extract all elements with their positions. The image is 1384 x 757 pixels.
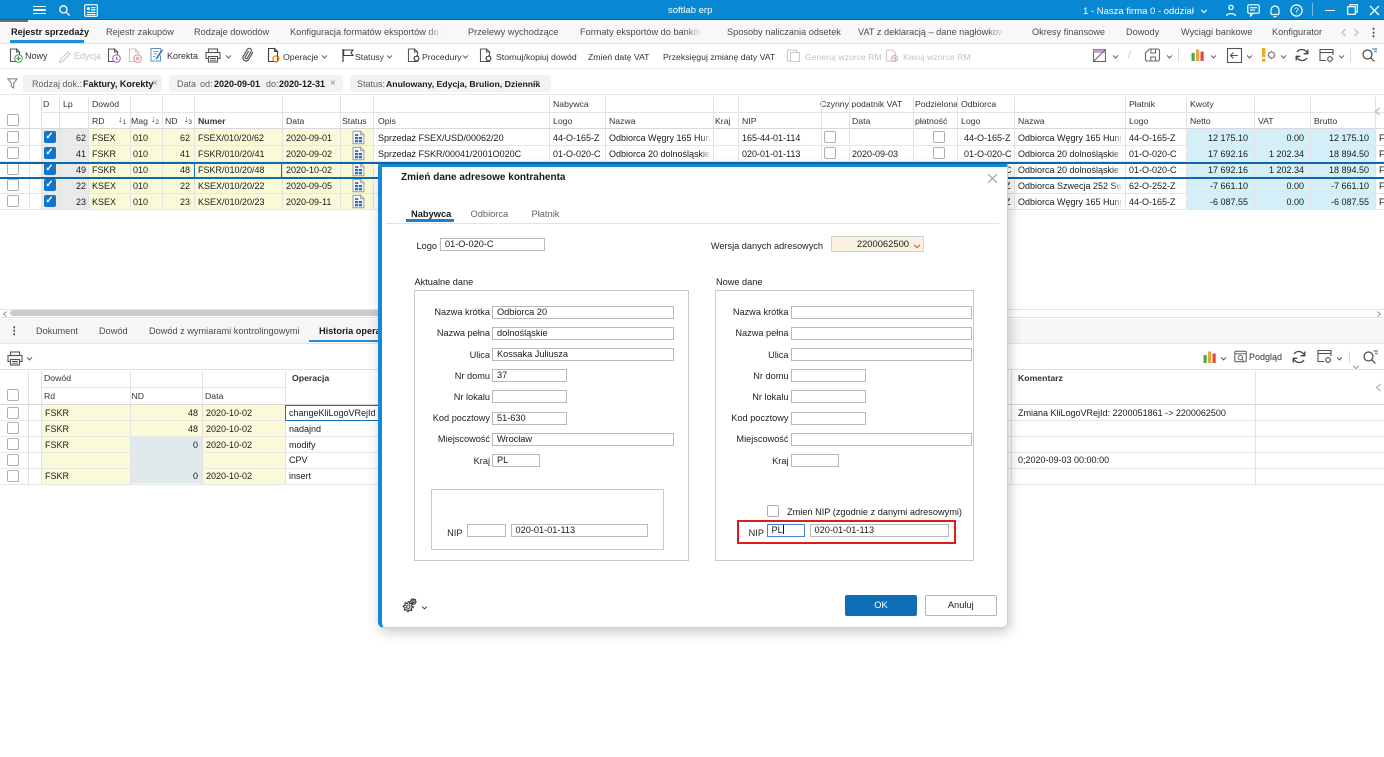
svg-text:?: ? (1294, 5, 1299, 15)
